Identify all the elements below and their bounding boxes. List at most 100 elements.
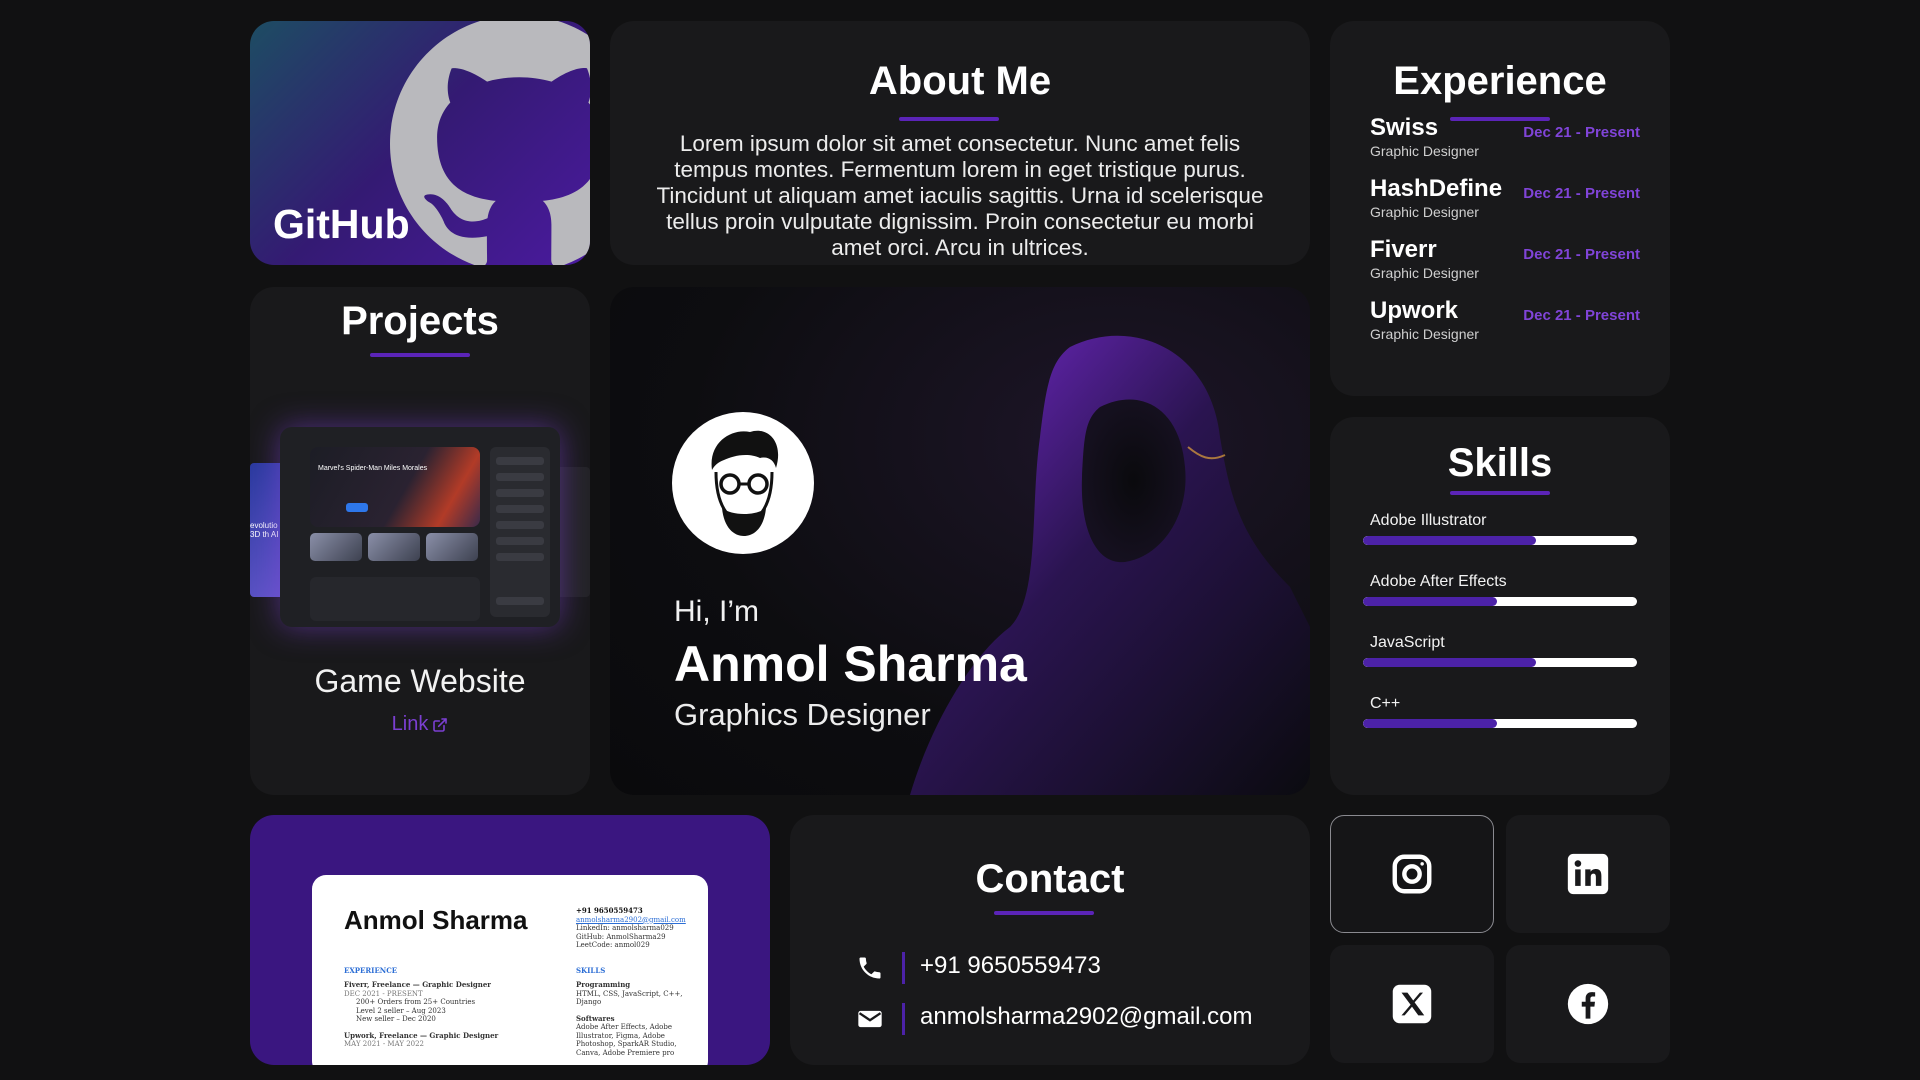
resume-contact-line: +91 9650559473	[576, 906, 643, 915]
experience-date: Dec 21 - Present	[1523, 246, 1640, 263]
preview-hero-title: Marvel's Spider-Man Miles Morales	[318, 465, 428, 472]
preview-tile	[310, 533, 362, 561]
game-website-screenshot: Marvel's Spider-Man Miles Morales	[280, 427, 560, 627]
resume-card[interactable]: Anmol Sharma +91 9650559473 anmolsharma2…	[250, 815, 770, 1065]
experience-company: Swiss	[1370, 114, 1439, 141]
resume-contact-line: LinkedIn: anmolsharma029	[576, 924, 674, 932]
about-body: Lorem ipsum dolor sit amet consectetur. …	[656, 131, 1264, 260]
resume-skill-text: Adobe After Effects, Adobe Illustrator, …	[576, 1023, 677, 1057]
resume-skill-heading: Softwares	[576, 1013, 615, 1023]
experience-date: Dec 21 - Present	[1523, 307, 1640, 324]
experience-role: Graphic Designer	[1370, 143, 1479, 159]
contact-separator	[902, 1003, 905, 1035]
resume-experience: Fiverr, Freelance — Graphic Designer DEC…	[344, 980, 554, 1049]
skill-bar-fill	[1363, 658, 1536, 667]
skill-item: Adobe Illustrator	[1363, 512, 1639, 556]
github-card[interactable]: GitHub	[250, 21, 590, 265]
preview-friends-panel	[490, 447, 550, 617]
hero-role: Graphics Designer	[674, 697, 931, 732]
preview-tile	[368, 533, 420, 561]
contact-card: Contact +91 9650559473 anmolsharma2902@g…	[790, 815, 1310, 1065]
github-label: GitHub	[273, 201, 410, 247]
x-twitter-button[interactable]	[1330, 945, 1494, 1063]
instagram-icon	[1392, 854, 1432, 894]
contact-separator	[902, 952, 905, 984]
linkedin-icon	[1567, 853, 1609, 895]
linkedin-button[interactable]	[1506, 815, 1670, 933]
experience-role: Graphic Designer	[1370, 326, 1479, 342]
contact-email: anmolsharma2902@gmail.com	[920, 1003, 1253, 1030]
resume-contact-line: GitHub: AnmolSharma29	[576, 932, 666, 941]
contact-underline	[994, 911, 1094, 915]
project-link[interactable]: Link	[250, 713, 590, 736]
skills-card: Skills Adobe Illustrator Adobe After Eff…	[1330, 417, 1670, 795]
resume-skills: Programming HTML, CSS, JavaScript, C++, …	[576, 980, 686, 1057]
resume-contact: +91 9650559473 anmolsharma2902@gmail.com…	[576, 906, 686, 950]
facebook-button[interactable]	[1506, 945, 1670, 1063]
resume-job-date: MAY 2021 - MAY 2022	[344, 1040, 425, 1048]
experience-card: Experience Swiss Graphic Designer Dec 21…	[1330, 21, 1670, 396]
resume-job-title: Fiverr, Freelance — Graphic Designer	[344, 980, 491, 989]
skills-underline	[1450, 491, 1550, 495]
github-octocat-icon	[390, 21, 590, 265]
resume-job-title: Upwork, Freelance — Graphic Designer	[344, 1030, 499, 1040]
facebook-icon	[1567, 983, 1609, 1025]
skill-item: Adobe After Effects	[1363, 573, 1639, 617]
experience-item: Fiverr Graphic Designer Dec 21 - Present	[1370, 236, 1640, 286]
skill-label: C++	[1370, 695, 1401, 712]
experience-company: HashDefine	[1370, 175, 1503, 202]
instagram-button[interactable]	[1330, 815, 1494, 933]
avatar-illustration-icon	[711, 430, 779, 536]
hero-greeting: Hi, I’m	[674, 595, 759, 628]
about-card: About Me Lorem ipsum dolor sit amet cons…	[610, 21, 1310, 265]
experience-role: Graphic Designer	[1370, 204, 1479, 220]
skill-bar	[1363, 536, 1637, 545]
project-preview[interactable]: evolutio our 3D th AI Marvel's Spider-Ma…	[250, 427, 590, 627]
resume-skill-heading: Programming	[576, 980, 631, 989]
skill-label: JavaScript	[1370, 634, 1445, 651]
project-link-label: Link	[391, 713, 429, 735]
resume-bullet: New seller – Dec 2020	[356, 1015, 436, 1023]
resume-name: Anmol Sharma	[344, 905, 528, 935]
experience-date: Dec 21 - Present	[1523, 124, 1640, 141]
projects-title: Projects	[341, 299, 499, 343]
hero-card: Hi, I’m Anmol Sharma Graphics Designer	[610, 287, 1310, 795]
email-icon	[858, 1010, 882, 1028]
resume-skills-label: SKILLS	[576, 966, 606, 975]
experience-item: HashDefine Graphic Designer Dec 21 - Pre…	[1370, 175, 1640, 225]
experience-company: Upwork	[1370, 297, 1459, 324]
resume-contact-line: LeetCode: anmol029	[576, 941, 650, 949]
experience-item: Upwork Graphic Designer Dec 21 - Present	[1370, 297, 1640, 347]
experience-date: Dec 21 - Present	[1523, 185, 1640, 202]
resume-bullet: Level 2 seller – Aug 2023	[356, 1006, 446, 1015]
skill-bar	[1363, 597, 1637, 606]
resume-contact-line: anmolsharma2902@gmail.com	[576, 915, 686, 924]
experience-role: Graphic Designer	[1370, 265, 1479, 281]
resume-skill-text: HTML, CSS, JavaScript, C++, Django	[576, 989, 683, 1007]
skill-label: Adobe After Effects	[1370, 573, 1507, 590]
avatar	[672, 412, 814, 554]
skill-bar-fill	[1363, 536, 1536, 545]
hero-name: Anmol Sharma	[674, 636, 1027, 692]
resume-preview: Anmol Sharma +91 9650559473 anmolsharma2…	[312, 875, 708, 1065]
hooded-figure-image	[910, 335, 1310, 795]
skill-item: C++	[1363, 695, 1639, 739]
x-twitter-icon	[1392, 984, 1432, 1024]
skill-bar-fill	[1363, 597, 1498, 606]
preview-tile	[426, 533, 478, 561]
phone-icon	[859, 957, 881, 979]
preview-hero-button	[346, 503, 368, 512]
skill-label: Adobe Illustrator	[1370, 512, 1487, 529]
about-underline	[899, 117, 999, 121]
resume-bullet: 200+ Orders from 25+ Countries	[356, 998, 476, 1006]
experience-title: Experience	[1393, 59, 1607, 103]
skill-bar-fill	[1363, 719, 1498, 728]
skill-bar	[1363, 658, 1637, 667]
skill-bar	[1363, 719, 1637, 728]
projects-card: Projects evolutio our 3D th AI Marvel's …	[250, 287, 590, 795]
projects-underline	[370, 353, 470, 357]
resume-experience-label: EXPERIENCE	[344, 966, 398, 975]
resume-job-date: DEC 2021 - PRESENT	[344, 989, 423, 998]
project-name: Game Website	[314, 663, 526, 699]
skills-title: Skills	[1447, 441, 1553, 485]
